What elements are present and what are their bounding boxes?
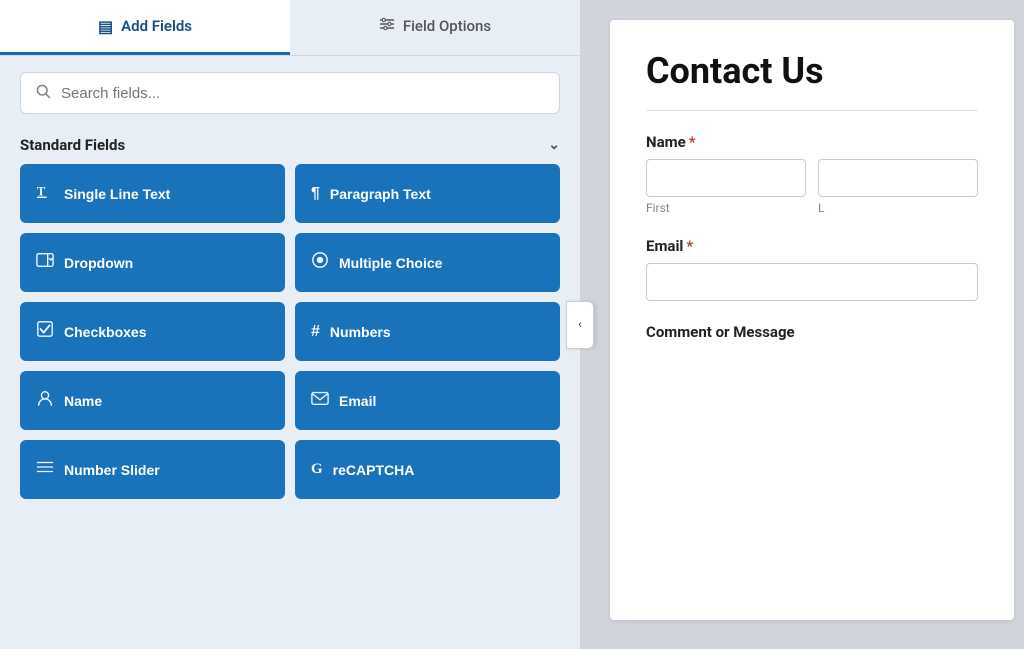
form-field-name: Name* First L — [646, 133, 978, 215]
left-panel: ▤ Add Fields Field Options — [0, 0, 580, 649]
search-icon — [35, 83, 51, 103]
name-first-wrap: First — [646, 159, 806, 215]
form-field-email: Email* — [646, 237, 978, 301]
field-checkboxes[interactable]: Checkboxes — [20, 302, 285, 361]
name-first-sublabel: First — [646, 201, 806, 215]
paragraph-text-icon: ¶ — [311, 185, 320, 203]
tabs-bar: ▤ Add Fields Field Options — [0, 0, 580, 56]
tab-field-options-label: Field Options — [403, 17, 491, 35]
paragraph-text-label: Paragraph Text — [330, 186, 431, 202]
tab-add-fields-label: Add Fields — [121, 17, 192, 35]
dropdown-label: Dropdown — [64, 255, 133, 271]
field-single-line-text[interactable]: T Single Line Text — [20, 164, 285, 223]
multiple-choice-icon — [311, 251, 329, 274]
numbers-label: Numbers — [330, 324, 391, 340]
name-label: Name — [64, 393, 102, 409]
name-icon — [36, 389, 54, 412]
single-line-text-label: Single Line Text — [64, 186, 170, 202]
form-title: Contact Us — [646, 52, 978, 92]
field-options-icon — [379, 16, 395, 36]
comment-label: Comment or Message — [646, 323, 978, 341]
search-box — [20, 72, 560, 114]
field-paragraph-text[interactable]: ¶ Paragraph Text — [295, 164, 560, 223]
tab-add-fields[interactable]: ▤ Add Fields — [0, 0, 290, 55]
search-wrapper — [0, 56, 580, 122]
number-slider-icon — [36, 458, 54, 481]
field-email[interactable]: Email — [295, 371, 560, 430]
name-field-row: First L — [646, 159, 978, 215]
search-input[interactable] — [61, 85, 545, 102]
name-last-input[interactable] — [818, 159, 978, 197]
field-number-slider[interactable]: Number Slider — [20, 440, 285, 499]
field-numbers[interactable]: # Numbers — [295, 302, 560, 361]
standard-fields-label: Standard Fields — [20, 136, 125, 154]
email-input[interactable] — [646, 263, 978, 301]
field-multiple-choice[interactable]: Multiple Choice — [295, 233, 560, 292]
tab-field-options[interactable]: Field Options — [290, 0, 580, 55]
name-label-text: Name — [646, 133, 686, 151]
email-label-text: Email — [646, 237, 683, 255]
number-slider-label: Number Slider — [64, 462, 160, 478]
field-dropdown[interactable]: Dropdown — [20, 233, 285, 292]
recaptcha-label: reCAPTCHA — [333, 462, 415, 478]
name-field-label: Name* — [646, 133, 978, 151]
name-last-sublabel: L — [818, 201, 978, 215]
checkboxes-icon — [36, 320, 54, 343]
form-card: Contact Us Name* First L Email* — [610, 20, 1014, 620]
right-panel: Contact Us Name* First L Email* — [580, 0, 1024, 649]
form-divider — [646, 110, 978, 111]
form-field-comment: Comment or Message — [646, 323, 978, 341]
name-required-star: * — [689, 133, 696, 151]
email-icon — [311, 389, 329, 412]
add-fields-icon: ▤ — [98, 17, 113, 36]
fields-grid: T Single Line Text ¶ Paragraph Text Drop… — [0, 164, 580, 519]
standard-fields-header: Standard Fields ⌄ — [0, 122, 580, 164]
field-name[interactable]: Name — [20, 371, 285, 430]
name-last-wrap: L — [818, 159, 978, 215]
field-recaptcha[interactable]: G reCAPTCHA — [295, 440, 560, 499]
recaptcha-icon: G — [311, 461, 323, 478]
multiple-choice-label: Multiple Choice — [339, 255, 442, 271]
checkboxes-label: Checkboxes — [64, 324, 146, 340]
email-label: Email — [339, 393, 376, 409]
collapse-chevron-icon[interactable]: ⌄ — [548, 137, 560, 153]
dropdown-icon — [36, 251, 54, 274]
collapse-arrow-icon: ‹ — [578, 317, 582, 332]
name-first-input[interactable] — [646, 159, 806, 197]
single-line-text-icon: T — [36, 182, 54, 205]
svg-text:T: T — [37, 185, 46, 199]
collapse-handle[interactable]: ‹ — [566, 301, 594, 349]
numbers-icon: # — [311, 323, 320, 341]
email-field-label: Email* — [646, 237, 978, 255]
email-required-star: * — [686, 237, 693, 255]
